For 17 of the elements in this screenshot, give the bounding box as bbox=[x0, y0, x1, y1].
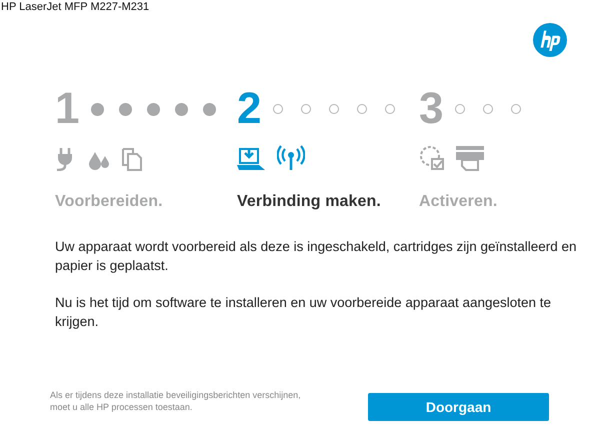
step-number: 3 bbox=[419, 85, 444, 133]
continue-button[interactable]: Doorgaan bbox=[368, 393, 549, 421]
download-laptop-icon bbox=[237, 147, 267, 171]
logo-icon bbox=[533, 23, 567, 57]
printer-icon bbox=[455, 145, 485, 171]
step-number: 2 bbox=[237, 85, 262, 133]
paragraph: Nu is het tijd om software te installeren en uw voorbereide apparaat aangesloten te krijgen. bbox=[55, 294, 552, 331]
step-label: Activeren. bbox=[419, 193, 498, 211]
step-label: Verbinding maken. bbox=[237, 193, 382, 211]
step-number: 1 bbox=[55, 85, 80, 133]
wireless-icon bbox=[277, 145, 305, 171]
pages-icon bbox=[121, 147, 143, 171]
step-label: Voorbereiden. bbox=[55, 193, 164, 211]
paragraph: Uw apparaat wordt voorbereid als deze is ingeschakeld, cartridges zijn geïnstalleerd en papier is geplaatst. bbox=[55, 238, 578, 275]
window-title: HP LaserJet MFP M227-M231 bbox=[0, 0, 150, 13]
globe-check-icon bbox=[419, 145, 445, 171]
security-note: Als er tijdens deze installatie beveiligingsberichten verschijnen, moet u alle HP processen toestaan. bbox=[50, 390, 302, 413]
